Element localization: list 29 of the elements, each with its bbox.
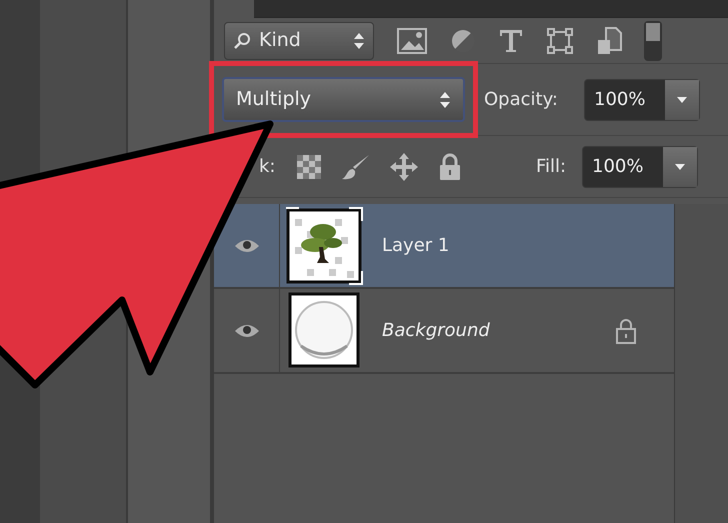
opacity-field[interactable]: 100% — [584, 78, 700, 120]
layer-name: Layer 1 — [382, 234, 450, 258]
lock-icon[interactable] — [439, 152, 461, 180]
opacity-label: Opacity: — [484, 88, 559, 112]
search-icon — [233, 32, 251, 50]
image-icon[interactable] — [396, 26, 428, 54]
blend-mode-dropdown[interactable]: Multiply — [222, 77, 465, 122]
fill-label: Fill: — [536, 155, 568, 179]
dropdown-caret-icon — [674, 162, 686, 170]
eye-icon[interactable] — [234, 238, 260, 254]
lock-transparency-icon[interactable] — [297, 154, 321, 178]
layer-name: Background — [382, 319, 491, 343]
filter-value: Kind — [259, 28, 302, 54]
filter-toggle[interactable] — [644, 20, 662, 60]
type-icon[interactable] — [498, 28, 524, 54]
kind-filter-dropdown[interactable]: Kind — [224, 22, 374, 60]
layer-row[interactable]: Layer 1 — [214, 204, 674, 289]
move-icon[interactable] — [389, 152, 419, 182]
eye-icon[interactable] — [234, 322, 260, 338]
smart-object-icon[interactable] — [596, 26, 622, 56]
updown-caret-icon — [439, 90, 451, 110]
updown-caret-icon — [353, 30, 365, 50]
adjustment-circle-icon[interactable] — [450, 28, 476, 54]
layer-row[interactable]: Background — [214, 289, 674, 374]
shape-icon[interactable] — [546, 26, 574, 54]
brush-icon[interactable] — [341, 152, 371, 180]
lock-label: k: — [259, 155, 276, 179]
dropdown-caret-icon — [676, 96, 688, 104]
fill-field[interactable]: 100% — [582, 146, 698, 188]
